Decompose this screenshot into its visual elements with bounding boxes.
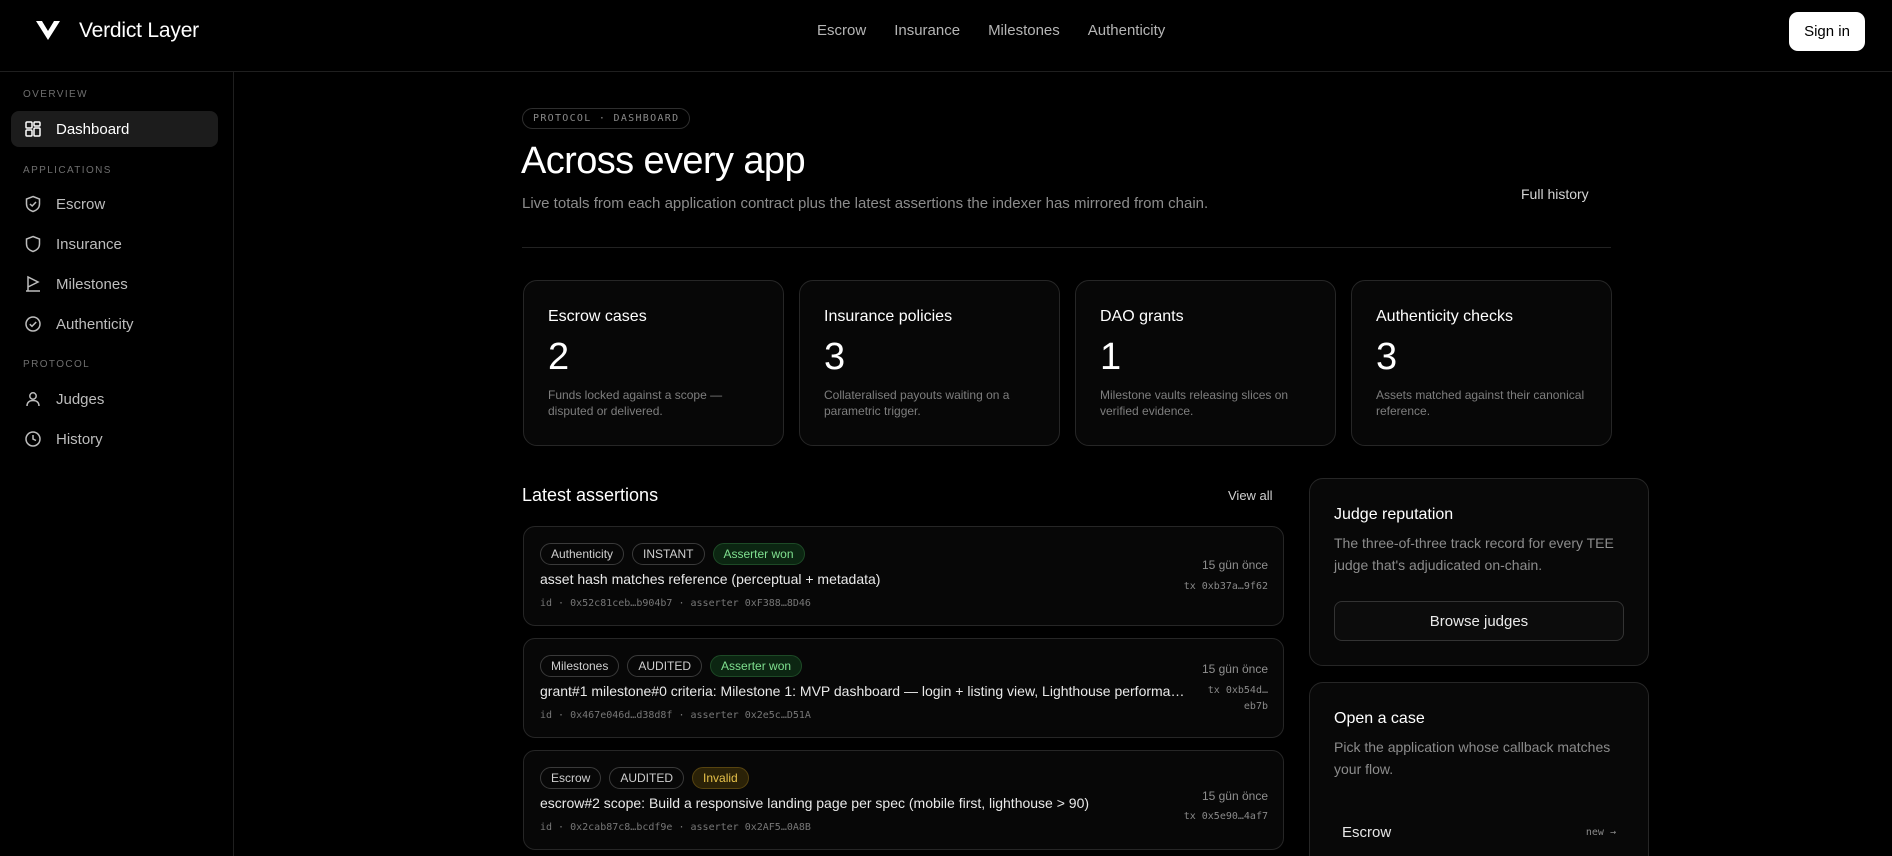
sidebar-item-milestones[interactable]: Milestones	[11, 266, 218, 302]
open-case-card: Open a case Pick the application whose c…	[1309, 682, 1649, 856]
card-text: Pick the application whose callback matc…	[1334, 739, 1611, 777]
stat-value: 3	[824, 336, 846, 378]
assertion-meta: id · 0x2cab87c8…bcdf9e · asserter 0x2AF5…	[540, 822, 811, 833]
nav-authenticity[interactable]: Authenticity	[1088, 22, 1166, 39]
sidebar: OVERVIEW Dashboard APPLICATIONS Escrow I…	[0, 72, 234, 856]
mode-badge: INSTANT	[632, 543, 705, 565]
stat-card-dao-grants: DAO grants 1 Milestone vaults releasing …	[1075, 280, 1336, 446]
assertion-row[interactable]: Escrow AUDITED Invalid escrow#2 scope: B…	[523, 750, 1284, 850]
sidebar-item-dashboard[interactable]: Dashboard	[11, 111, 218, 147]
assertion-meta: id · 0x467e046d…d38d8f · asserter 0x2e5c…	[540, 710, 811, 721]
case-option-label: Escrow	[1342, 823, 1392, 841]
shield-icon	[25, 235, 41, 253]
stat-description: Assets matched against their canonical r…	[1376, 388, 1585, 418]
status-badge: Asserter won	[712, 543, 805, 565]
assertion-time: 15 gün önce	[1201, 558, 1268, 572]
sidebar-item-label: Milestones	[56, 275, 128, 293]
stat-value: 1	[1100, 336, 1122, 378]
assertion-meta: id · 0x52c81ceb…b904b7 · asserter 0xF388…	[540, 598, 811, 609]
case-option-tag: new →	[1585, 826, 1616, 838]
stat-description: Funds locked against a scope — disputed …	[548, 388, 723, 418]
page-title: Across every app	[521, 140, 806, 182]
status-badge: Invalid	[692, 767, 749, 789]
sidebar-section-protocol: PROTOCOL	[23, 359, 91, 370]
assertion-badges: Authenticity INSTANT Asserter won	[540, 543, 805, 565]
dashboard-icon	[25, 121, 41, 137]
app-badge: Milestones	[540, 655, 620, 677]
user-icon	[26, 392, 40, 407]
mode-badge: AUDITED	[627, 655, 703, 677]
app-badge: Authenticity	[540, 543, 625, 565]
mode-badge: AUDITED	[609, 767, 685, 789]
stat-title: Insurance policies	[824, 308, 953, 325]
assertion-badges: Milestones AUDITED Asserter won	[540, 655, 803, 677]
sidebar-item-label: Escrow	[56, 195, 106, 213]
top-bar: Verdict Layer Escrow Insurance Milestone…	[0, 0, 1892, 72]
sidebar-item-label: Authenticity	[56, 315, 134, 333]
sign-in-button[interactable]: Sign in	[1789, 12, 1865, 51]
clock-icon	[25, 431, 41, 447]
breadcrumb: PROTOCOL · DASHBOARD	[522, 108, 691, 129]
assertion-tx[interactable]: tx 0x5e90…4af7	[1184, 809, 1268, 825]
sidebar-item-label: Judges	[56, 390, 105, 408]
nav-escrow[interactable]: Escrow	[817, 22, 866, 39]
sidebar-item-label: Insurance	[56, 235, 122, 253]
assertion-text: escrow#2 scope: Build a responsive landi…	[540, 795, 1090, 811]
latest-assertions-title: Latest assertions	[522, 485, 659, 505]
stat-title: Authenticity checks	[1376, 308, 1513, 325]
browse-judges-button[interactable]: Browse judges	[1334, 601, 1624, 641]
stat-title: Escrow cases	[548, 308, 647, 325]
assertion-tx[interactable]: tx 0xb37a…9f62	[1184, 579, 1268, 595]
check-circle-icon	[25, 316, 41, 332]
full-history-link[interactable]: Full history	[1521, 186, 1589, 202]
stat-title: DAO grants	[1100, 308, 1184, 325]
assertion-tx-line: eb7b	[1243, 701, 1268, 712]
stat-value: 2	[548, 336, 570, 378]
nav-insurance[interactable]: Insurance	[894, 22, 960, 39]
app-badge: Escrow	[540, 767, 602, 789]
check-shield-icon	[25, 195, 41, 213]
card-text: The three-of-three track record for ever…	[1334, 535, 1614, 573]
sidebar-item-label: History	[56, 430, 103, 448]
brand-name[interactable]: Verdict Layer	[79, 19, 199, 43]
assertion-row[interactable]: Authenticity INSTANT Asserter won asset …	[523, 526, 1284, 626]
sidebar-item-insurance[interactable]: Insurance	[11, 226, 218, 262]
sidebar-item-label: Dashboard	[56, 120, 130, 138]
case-option-escrow[interactable]: Escrow new →	[1326, 814, 1632, 850]
card-title: Open a case	[1334, 710, 1425, 727]
stat-description: Milestone vaults releasing slices on ver…	[1100, 388, 1289, 418]
sidebar-item-judges[interactable]: Judges	[11, 381, 218, 417]
sidebar-item-escrow[interactable]: Escrow	[11, 186, 218, 222]
assertion-row[interactable]: Milestones AUDITED Asserter won grant#1 …	[523, 638, 1284, 738]
stat-card-insurance: Insurance policies 3 Collateralised payo…	[799, 280, 1060, 446]
assertion-tx[interactable]: tx 0xb54d… eb7b	[1208, 683, 1268, 715]
top-nav: Escrow Insurance Milestones Authenticity	[817, 22, 1165, 39]
sidebar-item-history[interactable]: History	[11, 421, 218, 457]
assertion-tx-line: tx 0x5e90…4af7	[1183, 811, 1268, 822]
nav-milestones[interactable]: Milestones	[988, 22, 1060, 39]
stat-card-escrow: Escrow cases 2 Funds locked against a sc…	[523, 280, 784, 446]
view-all-link[interactable]: View all	[1228, 488, 1273, 503]
header-divider	[522, 247, 1611, 248]
assertion-time: 15 gün önce	[1201, 662, 1268, 676]
stat-description: Collateralised payouts waiting on a para…	[824, 388, 1010, 418]
assertion-badges: Escrow AUDITED Invalid	[540, 767, 749, 789]
sidebar-section-applications: APPLICATIONS	[23, 165, 112, 176]
stat-value: 3	[1376, 336, 1398, 378]
sidebar-section-overview: OVERVIEW	[23, 89, 88, 100]
status-badge: Asserter won	[710, 655, 803, 677]
verdict-logo-icon[interactable]	[34, 18, 62, 42]
card-title: Judge reputation	[1334, 506, 1454, 523]
assertion-time: 15 gün önce	[1201, 789, 1268, 803]
page-subtitle: Live totals from each application contra…	[522, 195, 1209, 212]
assertion-tx-line: tx 0xb37a…9f62	[1183, 581, 1268, 592]
assertion-text: grant#1 milestone#0 criteria: Milestone …	[540, 683, 1186, 699]
sidebar-item-authenticity[interactable]: Authenticity	[11, 306, 218, 342]
judge-reputation-card: Judge reputation The three-of-three trac…	[1309, 478, 1649, 666]
stat-card-authenticity: Authenticity checks 3 Assets matched aga…	[1351, 280, 1612, 446]
assertion-tx-line: tx 0xb54d…	[1207, 685, 1268, 696]
assertion-text: asset hash matches reference (perceptual…	[540, 571, 881, 587]
flag-icon	[26, 275, 40, 292]
